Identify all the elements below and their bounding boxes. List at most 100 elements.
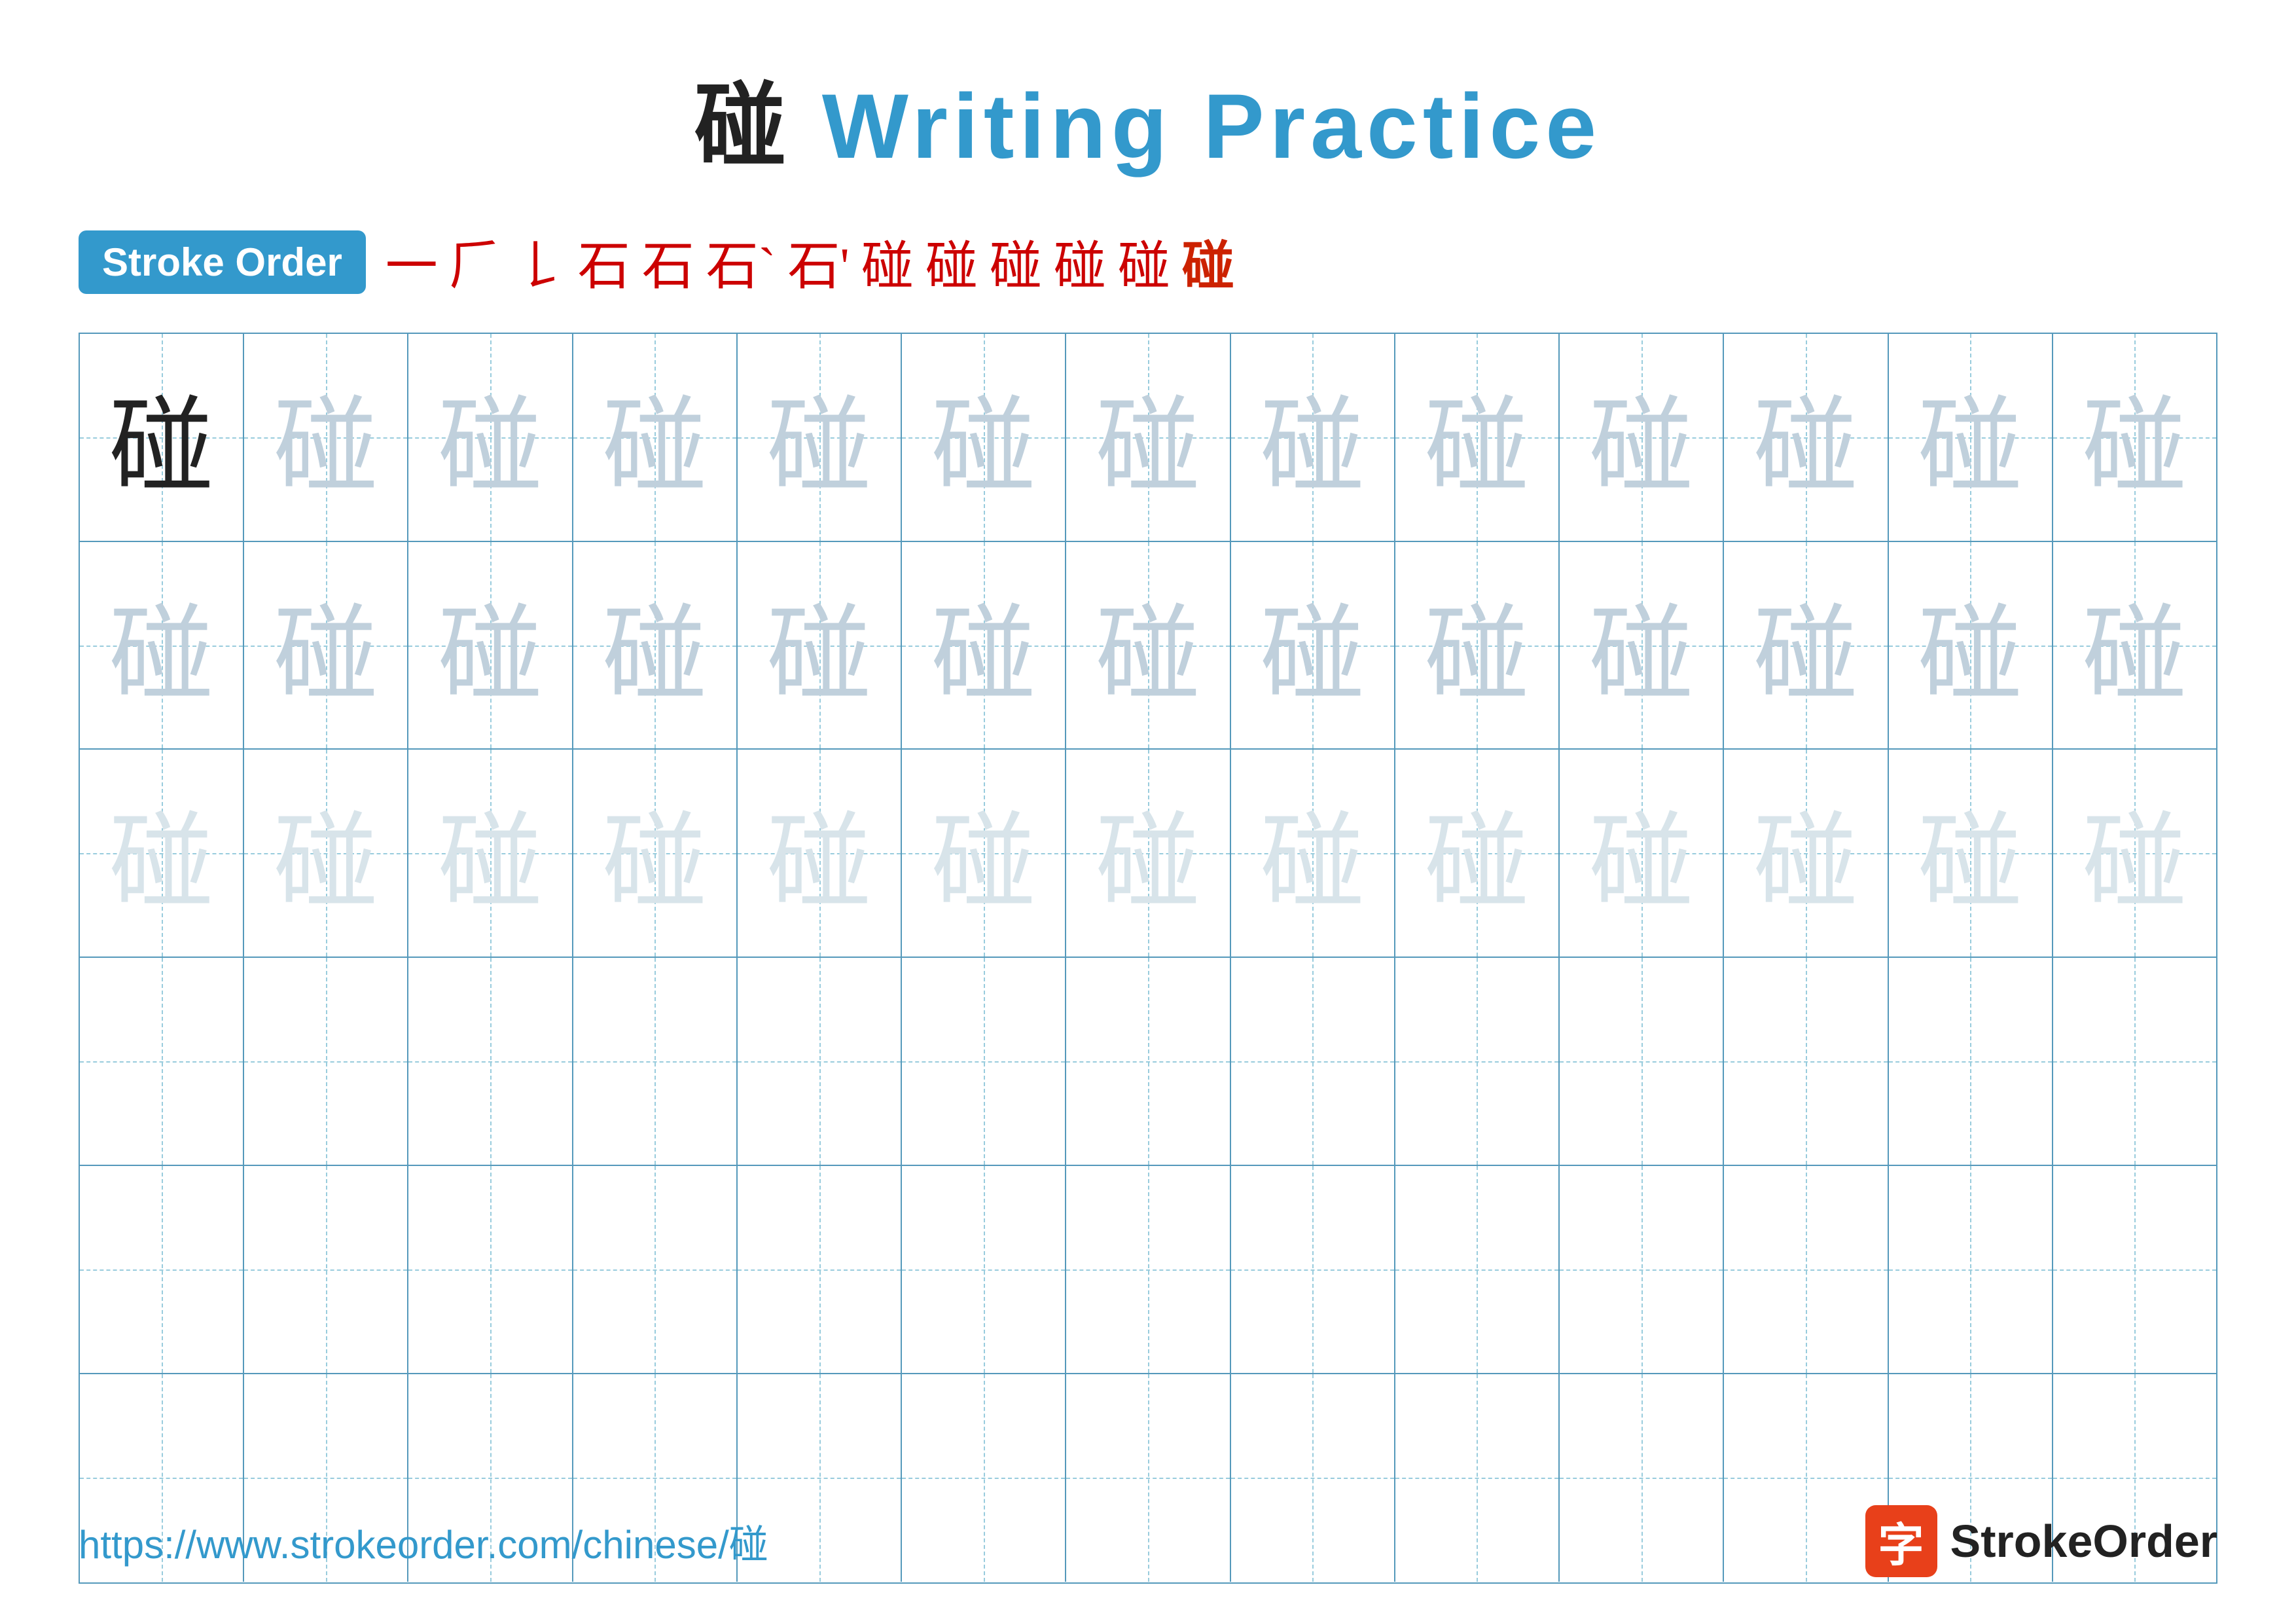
grid-cell-2-11[interactable]: 碰 [1724,542,1888,749]
grid-cell-3-12[interactable]: 碰 [1889,750,2053,957]
grid-cell-4-8[interactable] [1231,958,1395,1165]
grid-cell-3-1[interactable]: 碰 [80,750,244,957]
grid-cell-5-9[interactable] [1395,1166,1560,1373]
grid-cell-3-2[interactable]: 碰 [244,750,408,957]
grid-cell-4-2[interactable] [244,958,408,1165]
grid-cell-1-7[interactable]: 碰 [1066,334,1230,541]
char-guide-medium: 碰 [274,570,378,721]
char-dark: 碰 [109,361,214,513]
grid-row-3: 碰 碰 碰 碰 碰 碰 碰 碰 碰 碰 碰 碰 碰 [80,750,2216,958]
grid-cell-3-10[interactable]: 碰 [1560,750,1724,957]
grid-cell-4-11[interactable] [1724,958,1888,1165]
grid-cell-2-7[interactable]: 碰 [1066,542,1230,749]
grid-cell-2-1[interactable]: 碰 [80,542,244,749]
grid-cell-3-6[interactable]: 碰 [902,750,1066,957]
grid-cell-5-11[interactable] [1724,1166,1888,1373]
grid-cell-4-5[interactable] [738,958,902,1165]
grid-cell-5-3[interactable] [408,1166,573,1373]
grid-cell-2-4[interactable]: 碰 [573,542,738,749]
char-guide-medium: 碰 [1589,361,1694,513]
stroke-order-row: Stroke Order 一 𠂆 𠄌 石 石 石` 石' 碰 碰 碰 碰 碰 碰 [79,224,2217,300]
char-guide-medium: 碰 [1424,570,1529,721]
grid-cell-1-2[interactable]: 碰 [244,334,408,541]
grid-cell-2-10[interactable]: 碰 [1560,542,1724,749]
grid-cell-5-2[interactable] [244,1166,408,1373]
grid-cell-5-13[interactable] [2053,1166,2216,1373]
stroke-2: 𠂆 [450,224,502,300]
grid-cell-5-5[interactable] [738,1166,902,1373]
grid-cell-1-3[interactable]: 碰 [408,334,573,541]
grid-cell-5-12[interactable] [1889,1166,2053,1373]
grid-cell-4-4[interactable] [573,958,738,1165]
grid-cell-2-5[interactable]: 碰 [738,542,902,749]
grid-cell-2-2[interactable]: 碰 [244,542,408,749]
grid-cell-3-7[interactable]: 碰 [1066,750,1230,957]
char-guide-medium: 碰 [767,361,872,513]
stroke-5: 石 [642,224,694,300]
grid-cell-3-8[interactable]: 碰 [1231,750,1395,957]
stroke-10: 碰 [990,224,1042,300]
grid-cell-1-11[interactable]: 碰 [1724,334,1888,541]
grid-cell-2-13[interactable]: 碰 [2053,542,2216,749]
grid-cell-1-10[interactable]: 碰 [1560,334,1724,541]
grid-cell-5-10[interactable] [1560,1166,1724,1373]
grid-cell-2-9[interactable]: 碰 [1395,542,1560,749]
grid-cell-1-8[interactable]: 碰 [1231,334,1395,541]
char-guide-light: 碰 [1096,777,1200,929]
grid-cell-4-3[interactable] [408,958,573,1165]
grid-cell-4-6[interactable] [902,958,1066,1165]
grid-cell-4-12[interactable] [1889,958,2053,1165]
footer-brand-name: StrokeOrder [1950,1515,2217,1567]
practice-grid: 碰 碰 碰 碰 碰 碰 碰 碰 碰 碰 碰 碰 碰 碰 碰 碰 碰 碰 碰 碰 … [79,333,2217,1584]
grid-cell-5-8[interactable] [1231,1166,1395,1373]
footer-url[interactable]: https://www.strokeorder.com/chinese/碰 [79,1513,768,1570]
grid-cell-1-9[interactable]: 碰 [1395,334,1560,541]
grid-row-1: 碰 碰 碰 碰 碰 碰 碰 碰 碰 碰 碰 碰 碰 [80,334,2216,542]
char-guide-light: 碰 [1260,777,1365,929]
title-text: Writing Practice [791,75,1602,177]
char-guide-medium: 碰 [931,361,1036,513]
grid-cell-3-9[interactable]: 碰 [1395,750,1560,957]
grid-cell-2-6[interactable]: 碰 [902,542,1066,749]
char-guide-light: 碰 [767,777,872,929]
stroke-3: 𠄌 [514,224,566,300]
char-guide-medium: 碰 [1260,570,1365,721]
grid-cell-2-3[interactable]: 碰 [408,542,573,749]
char-guide-light: 碰 [109,777,214,929]
char-guide-light: 碰 [1589,777,1694,929]
grid-cell-1-13[interactable]: 碰 [2053,334,2216,541]
grid-cell-1-1[interactable]: 碰 [80,334,244,541]
grid-cell-3-4[interactable]: 碰 [573,750,738,957]
char-guide-medium: 碰 [1918,570,2022,721]
grid-cell-5-7[interactable] [1066,1166,1230,1373]
page: 碰 Writing Practice Stroke Order 一 𠂆 𠄌 石 … [0,0,2296,1623]
char-guide-medium: 碰 [1589,570,1694,721]
grid-cell-4-1[interactable] [80,958,244,1165]
grid-cell-3-3[interactable]: 碰 [408,750,573,957]
grid-cell-1-12[interactable]: 碰 [1889,334,2053,541]
grid-cell-2-8[interactable]: 碰 [1231,542,1395,749]
grid-cell-3-5[interactable]: 碰 [738,750,902,957]
grid-cell-4-9[interactable] [1395,958,1560,1165]
stroke-11: 碰 [1054,224,1106,300]
char-guide-medium: 碰 [1424,361,1529,513]
grid-cell-1-4[interactable]: 碰 [573,334,738,541]
grid-cell-4-7[interactable] [1066,958,1230,1165]
grid-cell-3-11[interactable]: 碰 [1724,750,1888,957]
grid-cell-1-5[interactable]: 碰 [738,334,902,541]
grid-cell-1-6[interactable]: 碰 [902,334,1066,541]
char-guide-light: 碰 [931,777,1036,929]
page-title: 碰 Writing Practice [694,52,1602,185]
grid-cell-5-1[interactable] [80,1166,244,1373]
grid-row-4 [80,958,2216,1166]
char-guide-medium: 碰 [602,361,707,513]
grid-cell-2-12[interactable]: 碰 [1889,542,2053,749]
char-guide-medium: 碰 [1753,361,1858,513]
grid-cell-4-10[interactable] [1560,958,1724,1165]
grid-row-2: 碰 碰 碰 碰 碰 碰 碰 碰 碰 碰 碰 碰 碰 [80,542,2216,750]
grid-cell-5-4[interactable] [573,1166,738,1373]
char-guide-light: 碰 [2082,777,2187,929]
grid-cell-5-6[interactable] [902,1166,1066,1373]
grid-cell-4-13[interactable] [2053,958,2216,1165]
grid-cell-3-13[interactable]: 碰 [2053,750,2216,957]
